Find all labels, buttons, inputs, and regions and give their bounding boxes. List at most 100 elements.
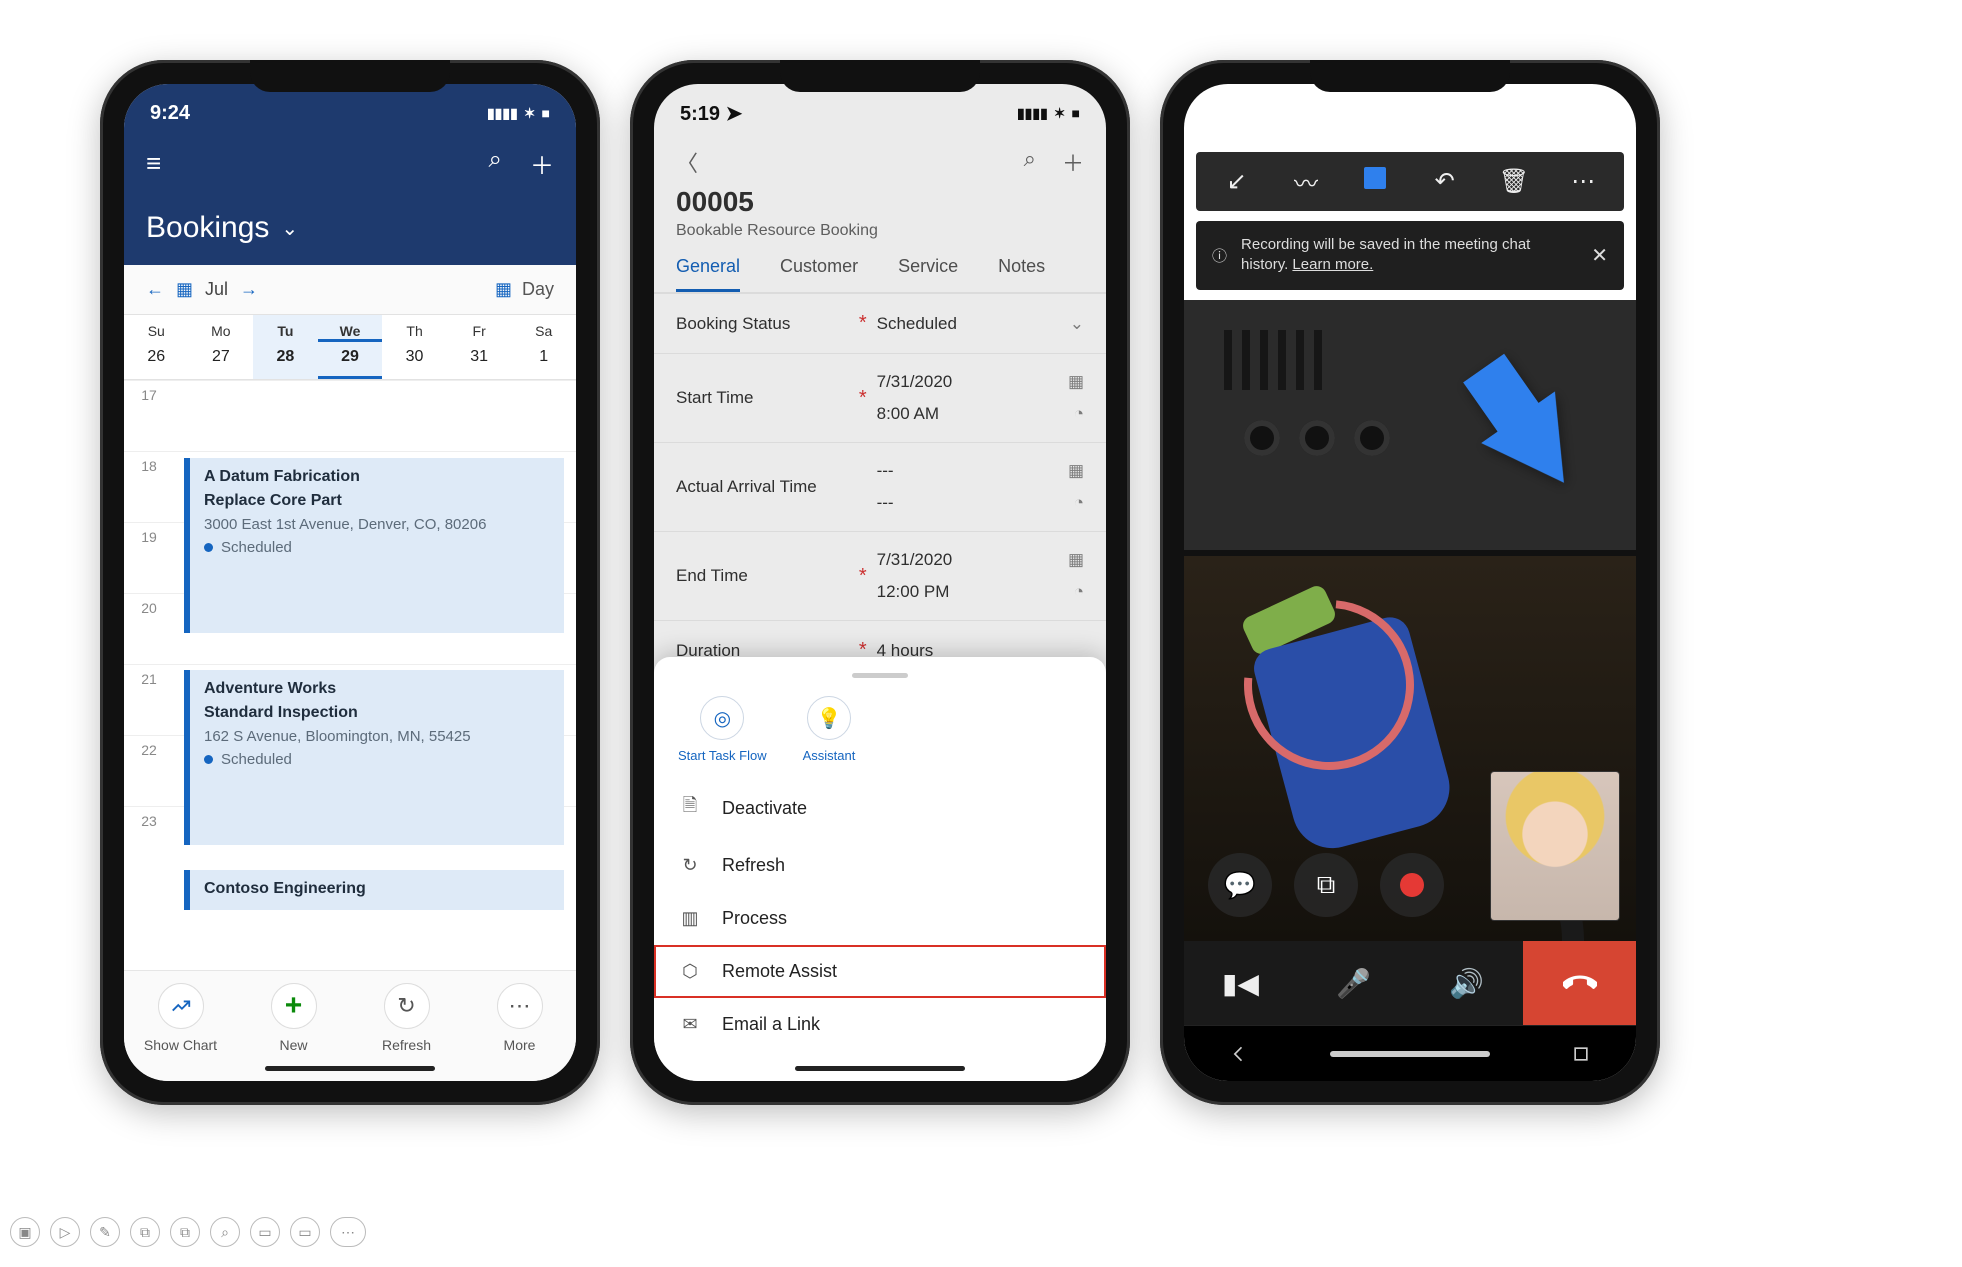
color-swatch[interactable] — [1353, 167, 1397, 196]
sheet-item-label: Remote Assist — [722, 961, 837, 982]
deactivate-icon: 🗎 — [678, 793, 702, 823]
undo-icon[interactable]: ↶ — [1423, 167, 1467, 196]
collapse-icon[interactable]: ↙ — [1215, 167, 1259, 196]
hamburger-icon[interactable]: ≡ — [146, 148, 161, 179]
day-number[interactable]: 31 — [447, 342, 512, 376]
status-time: 9:24 — [150, 102, 190, 125]
calendar-icon[interactable]: ▦ — [176, 279, 193, 300]
camera-toggle[interactable]: ▮◀ — [1184, 941, 1297, 1025]
schedule-grid[interactable]: 17181920212223A Datum FabricationReplace… — [124, 380, 576, 970]
sheet-item-deactivate[interactable]: 🗎Deactivate — [654, 777, 1106, 839]
weekday-label[interactable]: Tu — [253, 315, 318, 339]
learn-more-link[interactable]: Learn more. — [1292, 256, 1373, 273]
status-dot-icon — [204, 543, 213, 552]
more-button[interactable]: ⋯ More — [463, 983, 576, 1053]
booking-address: 3000 East 1st Avenue, Denver, CO, 80206 — [204, 516, 550, 533]
sheet-item-refresh[interactable]: ↻ Refresh — [654, 839, 1106, 892]
trash-icon[interactable]: 🗑 — [1492, 167, 1536, 196]
sheet-item-remote-assist[interactable]: ⬡ Remote Assist — [654, 945, 1106, 998]
hangup-button[interactable] — [1523, 941, 1636, 1025]
tool-pencil-icon[interactable]: ✎ — [90, 1217, 120, 1247]
booking-subject: Replace Core Part — [204, 492, 550, 510]
booking-company: Contoso Engineering — [204, 880, 550, 898]
process-icon: ▥ — [678, 908, 702, 929]
sheet-item-email-a-link[interactable]: ✉Email a Link — [654, 998, 1106, 1051]
refresh-button[interactable]: ↻ Refresh — [350, 983, 463, 1053]
booking-card[interactable]: Contoso Engineering — [184, 870, 564, 910]
capture-button[interactable]: ⧉ — [1294, 853, 1358, 917]
weekday-label[interactable]: We — [318, 315, 383, 339]
day-number[interactable]: 28 — [253, 342, 318, 376]
mic-toggle[interactable]: 🎤 — [1297, 941, 1410, 1025]
more-icon[interactable]: ⋯ — [1561, 167, 1605, 196]
nav-back-icon[interactable] — [1221, 1036, 1257, 1072]
weekday-label[interactable]: Th — [382, 315, 447, 339]
booking-card[interactable]: A Datum Fabrication Replace Core Part 3000… — [184, 458, 564, 633]
booking-subject: Standard Inspection — [204, 704, 550, 722]
sheet-item-process[interactable]: ▥ Process — [654, 892, 1106, 945]
tool-copy2-icon[interactable]: ⧉ — [170, 1217, 200, 1247]
sheet-handle[interactable] — [852, 673, 908, 678]
tool-play-icon[interactable]: ▷ — [50, 1217, 80, 1247]
quick-start-task-flow[interactable]: ◎ Start Task Flow — [678, 696, 767, 763]
sheet-item-label: Email a Link — [722, 1014, 820, 1035]
tool-more-icon[interactable]: ⋯ — [330, 1217, 366, 1247]
tool-layers-icon[interactable]: ▣ — [10, 1217, 40, 1247]
remote-assist-icon: ⬡ — [678, 961, 702, 982]
tool-copy-icon[interactable]: ⧉ — [130, 1217, 160, 1247]
sheet-item-label: Refresh — [722, 855, 785, 876]
speaker-toggle[interactable]: 🔊 — [1410, 941, 1523, 1025]
booking-status: Scheduled — [204, 539, 550, 556]
tool-screen-icon[interactable]: ▭ — [290, 1217, 320, 1247]
day-number[interactable]: 26 — [124, 342, 189, 376]
booking-address: 162 S Avenue, Bloomington, MN, 55425 — [204, 728, 550, 745]
weekday-label[interactable]: Sa — [511, 315, 576, 339]
self-view-pip[interactable] — [1490, 771, 1620, 921]
phone-notch — [780, 60, 980, 92]
hour-label: 22 — [124, 736, 174, 758]
ink-icon[interactable]: 〰 — [1284, 164, 1328, 199]
hour-label: 17 — [124, 381, 174, 403]
refresh-icon: ↻ — [384, 983, 430, 1029]
status-dot-icon — [204, 755, 213, 764]
add-icon[interactable]: ＋ — [530, 146, 554, 181]
lightbulb-icon: 💡 — [807, 696, 851, 740]
day-number[interactable]: 30 — [382, 342, 447, 376]
close-icon[interactable]: ✕ — [1591, 243, 1608, 268]
quick-assistant[interactable]: 💡 Assistant — [803, 696, 856, 763]
sheet-item-label: Process — [722, 908, 787, 929]
day-number[interactable]: 1 — [511, 342, 576, 376]
battery-icon: ▮ — [1557, 118, 1566, 138]
nav-recents-icon[interactable] — [1563, 1036, 1599, 1072]
booking-company: A Datum Fabrication — [204, 468, 550, 486]
tool-blank-icon[interactable]: ▭ — [250, 1217, 280, 1247]
day-number[interactable]: 29 — [318, 342, 383, 376]
page-title[interactable]: Bookings ⌄ — [146, 181, 554, 245]
chevron-down-icon: ⌄ — [281, 216, 298, 241]
month-label[interactable]: Jul — [205, 279, 228, 300]
nav-home-pill[interactable] — [1330, 1051, 1490, 1057]
wifi-icon: ▮ — [1542, 118, 1551, 138]
hour-label: 19 — [124, 523, 174, 545]
refresh-icon: ↻ — [678, 855, 702, 876]
search-icon[interactable]: ⌕ — [489, 146, 502, 181]
day-number[interactable]: 27 — [189, 342, 254, 376]
weekday-label[interactable]: Mo — [189, 315, 254, 339]
video-feed[interactable]: 💬 ⧉ — [1184, 300, 1636, 942]
weekday-label[interactable]: Su — [124, 315, 189, 339]
new-button[interactable]: + New — [237, 983, 350, 1053]
tool-zoom-icon[interactable]: ⌕ — [210, 1217, 240, 1247]
self-view-face — [1491, 772, 1619, 920]
show-chart-button[interactable]: Show Chart — [124, 983, 237, 1053]
record-button[interactable] — [1380, 853, 1444, 917]
phone-remote-assist: ▾ ▮ ▮ 12:30 ↙ 〰 ↶ 🗑 ⋯ ⓘ Recording will b… — [1160, 60, 1660, 1105]
booking-status: Scheduled — [204, 751, 550, 768]
chat-button[interactable]: 💬 — [1208, 853, 1272, 917]
weekday-label[interactable]: Fr — [447, 315, 512, 339]
next-arrow-icon[interactable]: → — [240, 279, 258, 300]
prev-arrow-icon[interactable]: ← — [146, 279, 164, 300]
booking-company: Adventure Works — [204, 680, 550, 698]
date-toolbar: ← ▦ Jul → ▦ Day — [124, 265, 576, 315]
booking-card[interactable]: Adventure Works Standard Inspection 162 S … — [184, 670, 564, 845]
view-mode-label[interactable]: Day — [522, 279, 554, 300]
